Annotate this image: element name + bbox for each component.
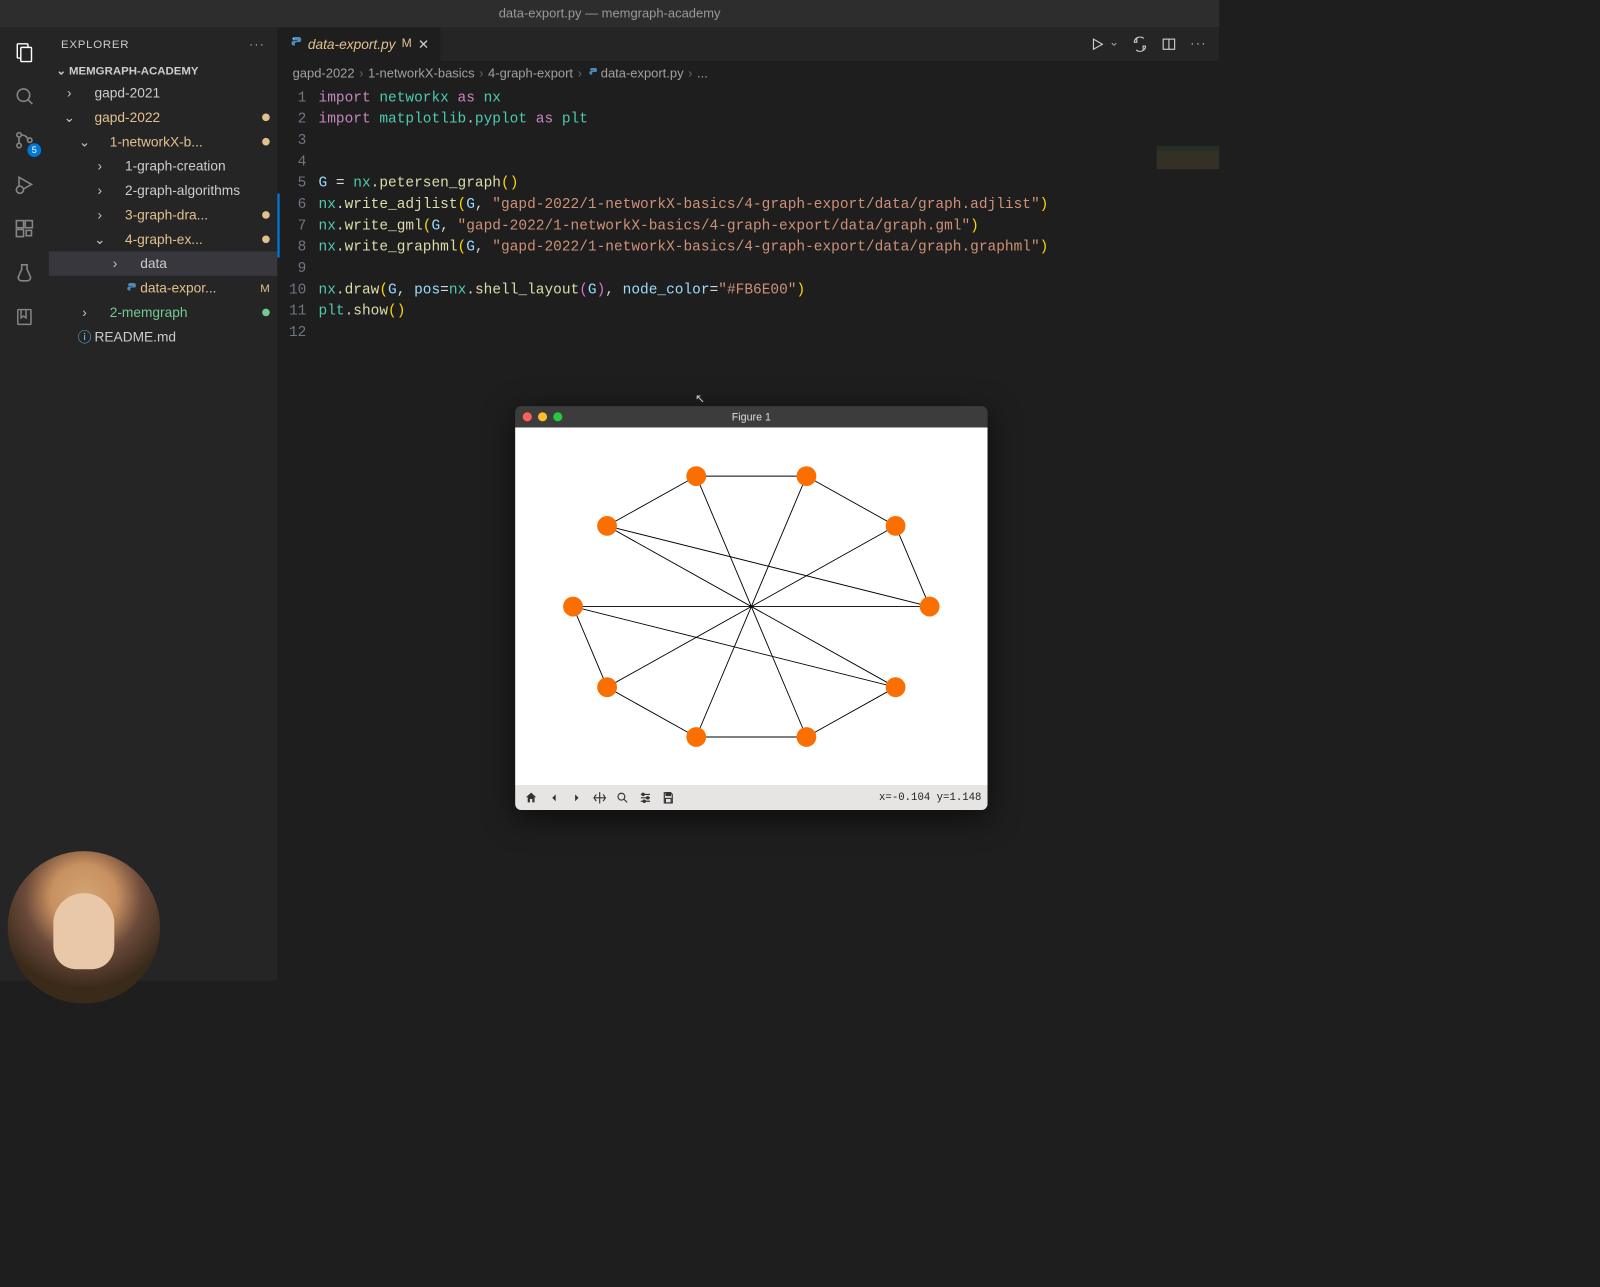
tab-filename: data-export.py — [308, 36, 396, 52]
minimap[interactable] — [1157, 146, 1219, 169]
tree-item-label: data — [140, 256, 270, 272]
breadcrumb-segment[interactable]: gapd-2022 — [293, 66, 355, 81]
tree-item[interactable]: › 3-graph-dra... — [49, 203, 278, 227]
tree-item[interactable]: › 2-graph-algorithms — [49, 178, 278, 202]
more-actions-icon[interactable]: ··· — [1190, 37, 1207, 51]
forward-icon[interactable] — [567, 788, 587, 808]
source-control-icon[interactable]: 5 — [11, 126, 38, 153]
tab-data-export[interactable]: data-export.py M ✕ — [277, 27, 440, 61]
tree-item[interactable]: › 1-graph-creation — [49, 154, 278, 178]
configure-icon[interactable] — [636, 788, 656, 808]
file-tree: ›gapd-2021⌄gapd-2022⌄1-networkX-b...›1-g… — [49, 81, 278, 349]
split-editor-icon[interactable] — [1161, 37, 1176, 52]
sidebar-more-icon[interactable]: ··· — [249, 38, 265, 51]
tree-item-label: 1-networkX-b... — [110, 134, 258, 150]
window-titlebar: data-export.py — memgraph-academy — [0, 0, 1219, 27]
run-dropdown-icon[interactable] — [1109, 40, 1118, 49]
split-diff-icon[interactable] — [1132, 37, 1147, 52]
breadcrumb-segment[interactable]: 1-networkX-basics — [368, 66, 475, 81]
bookmarks-icon[interactable] — [11, 303, 38, 330]
chevron-icon: ⌄ — [78, 134, 92, 150]
tree-item[interactable]: › 2-memgraph — [49, 300, 278, 324]
run-debug-icon[interactable] — [11, 171, 38, 198]
tree-item[interactable]: data-expor...M — [49, 276, 278, 300]
webcam-avatar — [8, 851, 160, 1003]
figure-title: Figure 1 — [515, 411, 987, 423]
chevron-icon: › — [93, 182, 107, 198]
run-icon[interactable] — [1090, 37, 1105, 52]
python-icon — [288, 35, 302, 53]
sidebar-title: EXPLORER — [61, 38, 129, 51]
back-icon[interactable] — [544, 788, 564, 808]
tree-item[interactable]: › data — [49, 251, 278, 275]
scm-badge: 5 — [27, 143, 41, 157]
extensions-icon[interactable] — [11, 215, 38, 242]
line-numbers: 123456789101112 — [277, 87, 318, 981]
chevron-icon: › — [108, 256, 122, 272]
close-icon[interactable]: ✕ — [418, 36, 430, 52]
breadcrumb-segment[interactable]: ... — [697, 66, 708, 81]
save-icon[interactable] — [658, 788, 678, 808]
project-name: MEMGRAPH-ACADEMY — [69, 64, 199, 77]
tree-item-label: data-expor... — [140, 280, 255, 296]
tab-bar: data-export.py M ✕ ··· — [277, 27, 1219, 61]
project-header[interactable]: ⌄ MEMGRAPH-ACADEMY — [49, 61, 278, 81]
explorer-sidebar: EXPLORER ··· ⌄ MEMGRAPH-ACADEMY › gapd-20… — [49, 27, 278, 980]
tree-item-label: 3-graph-dra... — [125, 207, 258, 223]
chevron-down-icon: ⌄ — [56, 64, 66, 78]
figure-toolbar: x=-0.104 y=1.148 — [515, 786, 987, 810]
breadcrumb-sep: › — [359, 66, 363, 81]
tree-item-label: gapd-2021 — [94, 85, 269, 101]
graph-plot — [515, 427, 987, 785]
tree-item-label: README.md — [94, 329, 269, 345]
python-icon — [586, 66, 597, 80]
cursor-coords: x=-0.104 y=1.148 — [879, 792, 981, 804]
tree-item[interactable]: ⌄ 1-networkX-b... — [49, 130, 278, 154]
file-icon — [122, 282, 139, 294]
figure-canvas[interactable] — [515, 427, 987, 785]
tree-item-label: 2-memgraph — [110, 304, 258, 320]
figure-titlebar[interactable]: Figure 1 — [515, 406, 987, 427]
chevron-icon: ⌄ — [62, 109, 76, 125]
chevron-icon: › — [78, 304, 92, 320]
activity-bar: 5 — [0, 27, 49, 980]
tree-item[interactable]: › gapd-2021 — [49, 81, 278, 105]
pan-icon[interactable] — [590, 788, 610, 808]
chevron-icon: › — [62, 85, 76, 101]
testing-icon[interactable] — [11, 259, 38, 286]
file-icon: ⓘ — [76, 327, 93, 347]
tree-item[interactable]: ⌄ gapd-2022 — [49, 105, 278, 129]
tree-item-label: 2-graph-algorithms — [125, 182, 270, 198]
tree-item[interactable]: ⌄ 4-graph-ex... — [49, 227, 278, 251]
home-icon[interactable] — [521, 788, 541, 808]
tree-item[interactable]: ⓘREADME.md — [49, 325, 278, 349]
breadcrumb-segment[interactable]: data-export.py — [586, 66, 683, 81]
search-icon[interactable] — [11, 82, 38, 109]
chevron-icon: › — [93, 158, 107, 174]
breadcrumb-sep: › — [479, 66, 483, 81]
window-title: data-export.py — memgraph-academy — [499, 6, 721, 21]
tab-modified-badge: M — [402, 37, 412, 51]
tree-item-label: gapd-2022 — [94, 109, 257, 125]
tree-item-label: 1-graph-creation — [125, 158, 270, 174]
chevron-icon: ⌄ — [93, 231, 107, 247]
zoom-icon[interactable] — [613, 788, 633, 808]
tree-item-label: 4-graph-ex... — [125, 231, 258, 247]
breadcrumbs[interactable]: gapd-2022 › 1-networkX-basics › 4-graph-expo… — [277, 61, 1219, 87]
breadcrumb-sep: › — [688, 66, 692, 81]
chevron-icon: › — [93, 207, 107, 223]
figure-window[interactable]: Figure 1 x=-0.104 y=1.148 — [515, 406, 987, 810]
breadcrumb-segment[interactable]: 4-graph-export — [488, 66, 573, 81]
breadcrumb-sep: › — [578, 66, 582, 81]
explorer-icon[interactable] — [11, 38, 38, 65]
